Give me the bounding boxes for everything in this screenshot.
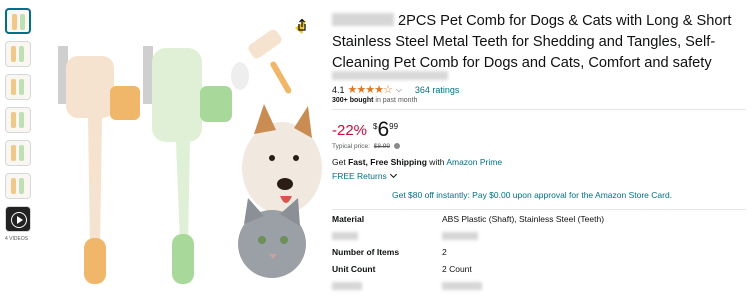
thumbnail-image-4[interactable] [5, 107, 31, 133]
thumbnail-strip: 4 VIDEOS [5, 8, 33, 242]
shipping-fast-free: Fast, Free Shipping [348, 157, 427, 167]
thumbnail-image-2[interactable] [5, 41, 31, 67]
spec-key [332, 280, 362, 290]
spec-key: Number of Items [332, 247, 400, 257]
bought-in-past-month: 300+ bought in past month [332, 97, 417, 104]
dog-photo [242, 104, 322, 214]
price-row: -22% $ 6 99 [332, 119, 398, 141]
redacted-text [442, 232, 478, 241]
spec-value: 2 [442, 247, 447, 257]
thumbnail-video[interactable] [5, 206, 31, 232]
redacted-text [332, 281, 362, 290]
store-card-offer-link[interactable]: Get $80 off instantly: Pay $0.00 upon ap… [392, 190, 672, 200]
product-specs-table: Material ABS Plastic (Shaft), Stainless … [332, 209, 746, 293]
free-returns-label: FREE Returns [332, 171, 387, 181]
spec-row-material: Material ABS Plastic (Shaft), Stainless … [332, 210, 746, 227]
orange-comb-illustration [58, 46, 140, 284]
spec-value [442, 231, 478, 241]
redacted-text [332, 232, 358, 241]
redacted-text [442, 281, 482, 290]
amazon-prime-link[interactable]: Amazon Prime [446, 157, 502, 167]
spec-value: ABS Plastic (Shaft), Stainless Steel (Te… [442, 214, 605, 224]
play-icon [11, 212, 27, 228]
videos-count-label: 4 VIDEOS [5, 236, 29, 242]
typical-price: Typical price: $8.99 [332, 143, 400, 150]
store-link-redacted[interactable] [332, 71, 448, 80]
bought-count: 300+ bought [332, 97, 374, 104]
thumbnail-image-6[interactable] [5, 173, 31, 199]
star-rating-icon[interactable]: ★★★★☆ [348, 83, 393, 96]
ratings-count-link[interactable]: 364 ratings [415, 85, 460, 95]
discount-percent: -22% [332, 122, 368, 139]
shipping-prefix: Get [332, 157, 349, 167]
rating-row: 4.1 ★★★★☆ ⌵ 364 ratings [332, 83, 459, 96]
divider [332, 109, 746, 110]
price-whole: 6 [377, 118, 390, 141]
spec-key: Material [332, 214, 365, 224]
spec-value [442, 280, 482, 290]
product-title-block: 2PCS Pet Comb for Dogs & Cats with Long … [332, 11, 750, 74]
cat-photo [238, 198, 306, 278]
spec-key [332, 231, 358, 241]
thumbnail-image-3[interactable] [5, 74, 31, 100]
thumbnail-image-1[interactable] [5, 8, 31, 34]
brand-redacted [332, 13, 394, 26]
spec-row-redacted [332, 276, 746, 293]
shipping-middle: with [426, 157, 447, 167]
typical-price-label: Typical price: [332, 143, 370, 150]
chevron-down-icon[interactable]: ⌵ [396, 85, 402, 95]
green-comb-illustration [143, 46, 232, 284]
main-product-image[interactable] [40, 8, 322, 292]
spec-value: 2 Count [442, 263, 472, 274]
thumbnail-image-5[interactable] [5, 140, 31, 166]
chevron-down-icon [389, 170, 397, 179]
share-icon[interactable] [295, 18, 309, 32]
shipping-info: Get Fast, Free Shipping with Amazon Prim… [332, 157, 502, 167]
spec-key: Unit Count [332, 263, 376, 274]
typical-price-value: $8.99 [373, 143, 391, 150]
spec-row-number-of-items: Number of Items 2 [332, 243, 746, 260]
info-icon[interactable] [393, 143, 400, 149]
rating-value: 4.1 [332, 84, 345, 95]
spec-row-redacted [332, 227, 746, 244]
free-returns-dropdown[interactable]: FREE Returns [332, 170, 397, 181]
price-fraction: 99 [389, 122, 399, 131]
spec-row-unit-count: Unit Count 2 Count [332, 260, 746, 277]
bought-period: in past month [373, 97, 418, 104]
